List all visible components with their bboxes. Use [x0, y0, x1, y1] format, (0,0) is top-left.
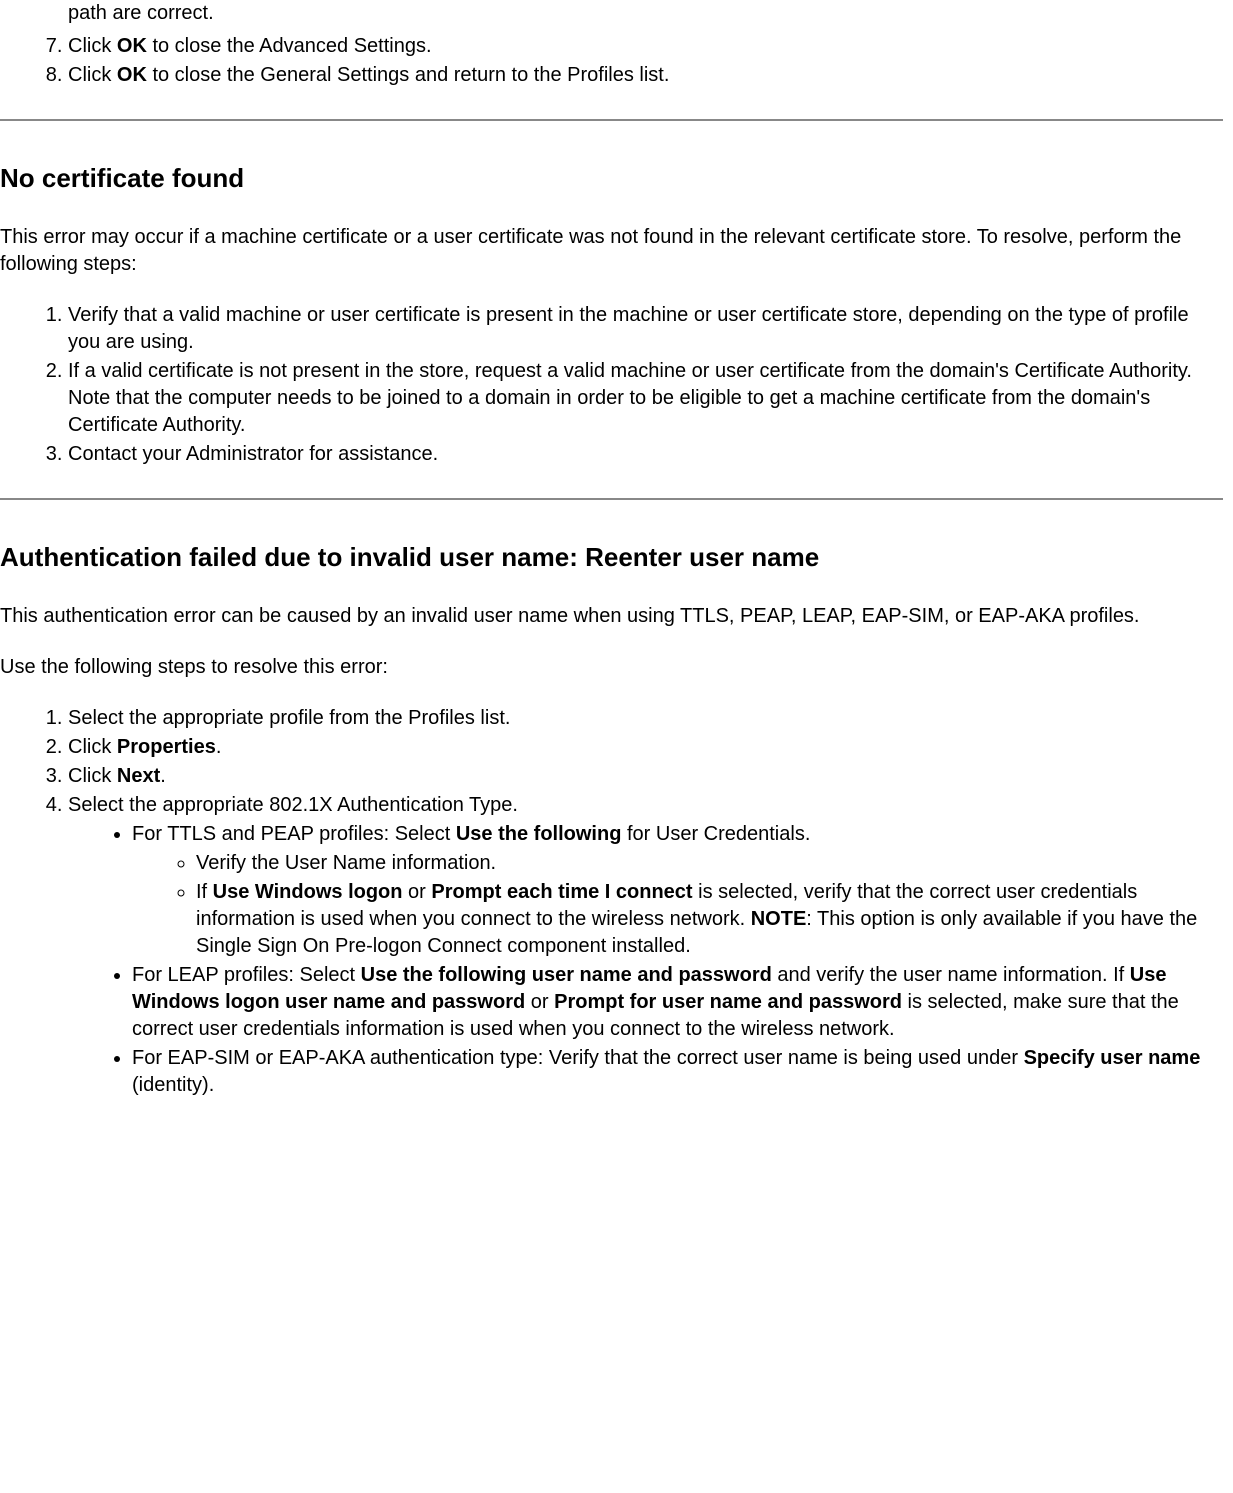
- steps-no-cert: Verify that a valid machine or user cert…: [0, 302, 1223, 468]
- text: and verify the user name information. If: [772, 964, 1130, 986]
- text: Click: [68, 765, 117, 787]
- text: or: [403, 881, 432, 903]
- divider: [0, 498, 1223, 500]
- text: to close the Advanced Settings.: [147, 35, 432, 57]
- text: For LEAP profiles: Select: [132, 964, 361, 986]
- sub-windows-logon: If Use Windows logon or Prompt each time…: [196, 879, 1223, 960]
- text: Click: [68, 736, 117, 758]
- bullet-leap: For LEAP profiles: Select Use the follow…: [132, 962, 1223, 1043]
- bold: OK: [117, 35, 147, 57]
- sub-verify-username: Verify the User Name information.: [196, 850, 1223, 877]
- bullets-lvl2: Verify the User Name information. If Use…: [132, 850, 1223, 960]
- bold: Prompt for user name and password: [554, 991, 902, 1013]
- step-8: Click OK to close the General Settings a…: [68, 62, 1223, 89]
- step-3: Contact your Administrator for assistanc…: [68, 441, 1223, 468]
- text: For EAP-SIM or EAP-AKA authentication ty…: [132, 1047, 1024, 1069]
- text: to close the General Settings and return…: [147, 64, 670, 86]
- text: Click: [68, 64, 117, 86]
- intro-auth-1: This authentication error can be caused …: [0, 603, 1223, 630]
- text: for User Credentials.: [621, 823, 810, 845]
- step-2: If a valid certificate is not present in…: [68, 358, 1223, 439]
- bold: Use the following user name and password: [361, 964, 772, 986]
- bold: Specify user name: [1024, 1047, 1201, 1069]
- step-3: Click Next.: [68, 763, 1223, 790]
- bold: Properties: [117, 736, 216, 758]
- steps-auth: Select the appropriate profile from the …: [0, 705, 1223, 1099]
- bold: NOTE: [751, 908, 807, 930]
- bold: Use the following: [456, 823, 622, 845]
- step-1: Verify that a valid machine or user cert…: [68, 302, 1223, 356]
- intro-no-cert: This error may occur if a machine certif…: [0, 224, 1223, 278]
- bullet-ttls-peap: For TTLS and PEAP profiles: Select Use t…: [132, 821, 1223, 960]
- intro-auth-2: Use the following steps to resolve this …: [0, 654, 1223, 681]
- bold: Use Windows logon: [213, 881, 403, 903]
- text: or: [525, 991, 554, 1013]
- text: Click: [68, 35, 117, 57]
- document-page: path are correct. Click OK to close the …: [0, 0, 1233, 1163]
- step-2: Click Properties.: [68, 734, 1223, 761]
- step-4: Select the appropriate 802.1X Authentica…: [68, 792, 1223, 1099]
- divider: [0, 119, 1223, 121]
- text: For TTLS and PEAP profiles: Select: [132, 823, 456, 845]
- step-7: Click OK to close the Advanced Settings.: [68, 33, 1223, 60]
- bold: Next: [117, 765, 160, 787]
- fragment-trail: path are correct.: [68, 0, 1223, 27]
- bold: Prompt each time I connect: [431, 881, 692, 903]
- text: Select the appropriate 802.1X Authentica…: [68, 794, 518, 816]
- text: If: [196, 881, 213, 903]
- bullets-lvl1: For TTLS and PEAP profiles: Select Use t…: [68, 821, 1223, 1099]
- fragment-list: Click OK to close the Advanced Settings.…: [0, 33, 1223, 89]
- step-1: Select the appropriate profile from the …: [68, 705, 1223, 732]
- bold: OK: [117, 64, 147, 86]
- heading-no-cert: No certificate found: [0, 161, 1223, 196]
- text: .: [216, 736, 222, 758]
- text: (identity).: [132, 1074, 214, 1096]
- heading-auth-fail: Authentication failed due to invalid use…: [0, 540, 1223, 575]
- bullet-eap-sim: For EAP-SIM or EAP-AKA authentication ty…: [132, 1045, 1223, 1099]
- text: .: [160, 765, 166, 787]
